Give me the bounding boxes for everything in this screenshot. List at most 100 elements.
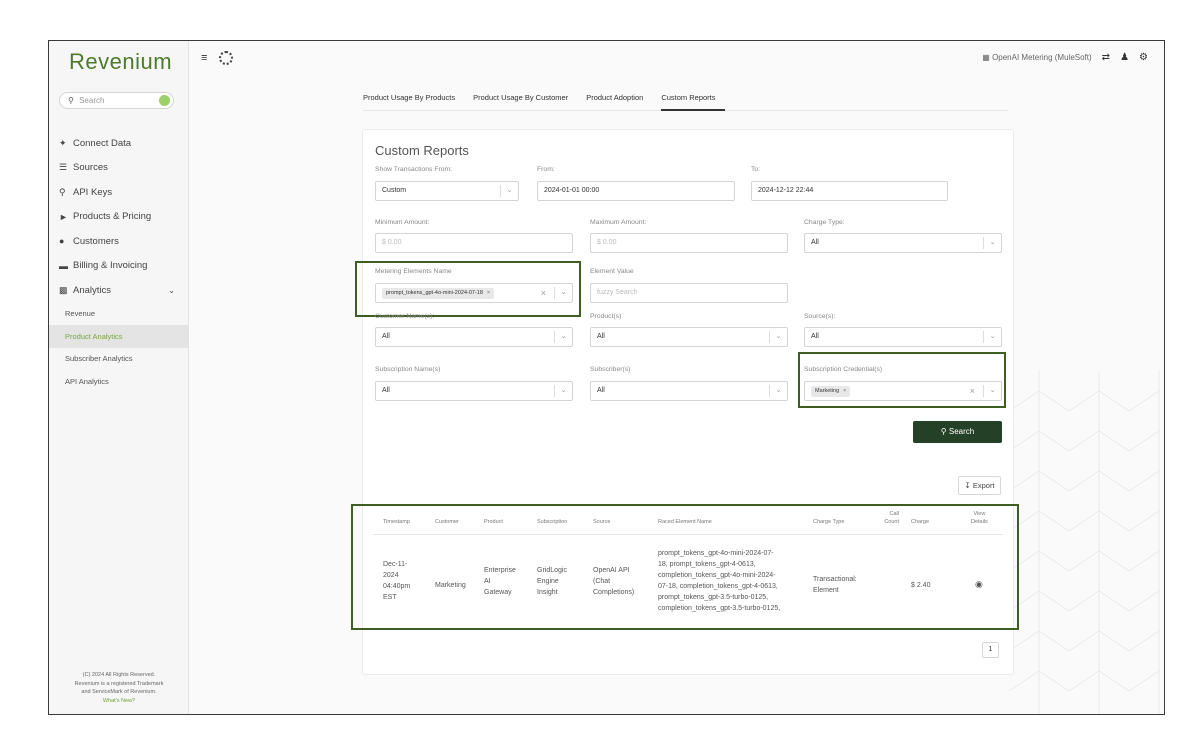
cell-line: Engine xyxy=(537,578,559,585)
col-header-view-details: View Details xyxy=(971,510,988,526)
col-header-count: Count xyxy=(884,519,899,525)
cell-line: completion_tokens_gpt-4o-mini-2024- xyxy=(658,572,776,579)
min-amount-input[interactable]: $ 0.00 xyxy=(375,233,573,253)
sidebar-item-label: Products & Pricing xyxy=(73,211,152,223)
sidebar-item-label: Billing & Invoicing xyxy=(73,260,148,272)
sidebar-search-input[interactable]: ⚲ Search xyxy=(59,92,174,109)
settings-gear-icon[interactable]: ⚙ xyxy=(1139,52,1148,63)
subscriber-value: All xyxy=(597,387,605,394)
cell-line: 2024 xyxy=(383,572,399,579)
topbar-left: ≡ xyxy=(201,51,234,65)
search-icon: ⚲ xyxy=(940,427,947,436)
sidebar-item-label: Analytics xyxy=(73,284,112,296)
chevron-down-icon: ⌄ xyxy=(983,237,1001,249)
charge-type-select[interactable]: All ⌄ xyxy=(804,233,1002,253)
search-button[interactable]: ⚲ Search xyxy=(913,421,1002,443)
app-logo[interactable]: Revenium xyxy=(69,49,172,75)
export-button[interactable]: ↧ Export xyxy=(958,476,1001,495)
chevron-down-icon: ⌄ xyxy=(983,331,1001,343)
cell-timestamp: Dec-11- 2024 04:40pm EST xyxy=(383,559,410,603)
chevron-down-icon: ⌄ xyxy=(554,331,572,343)
search-button-label: Search xyxy=(948,427,975,436)
sidebar-item-billing-invoicing[interactable]: ▬ Billing & Invoicing xyxy=(59,254,187,279)
chevron-down-icon: ⌄ xyxy=(500,185,518,197)
menu-icon[interactable]: ≡ xyxy=(201,52,207,64)
chevron-down-icon: ⌄ xyxy=(554,385,572,397)
subscription-name-select[interactable]: All ⌄ xyxy=(375,381,573,401)
col-header-product: Product xyxy=(484,519,503,525)
sidebar-subitem-subscriber-analytics[interactable]: Subscriber Analytics xyxy=(49,348,189,371)
from-date-input[interactable]: 2024-01-01 00:00 xyxy=(537,181,735,201)
sidebar-item-analytics[interactable]: ▩ Analytics ⌄ xyxy=(59,278,187,303)
pagination-page-1[interactable]: 1 xyxy=(982,642,999,658)
cell-line: 07-18, completion_tokens_gpt-4-0613, xyxy=(658,583,778,590)
source-select[interactable]: All ⌄ xyxy=(804,327,1002,347)
search-icon: ⚲ xyxy=(68,96,74,105)
topbar-right: ▦ OpenAI Metering (MuleSoft) ⇄ ♟ ⚙ xyxy=(982,52,1148,63)
chevron-down-icon: ⌄ xyxy=(168,285,175,295)
sidebar-subitem-product-analytics[interactable]: Product Analytics xyxy=(49,325,189,348)
users-icon: ● xyxy=(59,236,65,247)
cell-charge: $ 2.40 xyxy=(911,582,931,589)
tab-product-usage-by-products[interactable]: Product Usage By Products xyxy=(363,91,464,111)
col-header-details: Details xyxy=(971,519,988,525)
col-header-charge: Charge xyxy=(911,519,930,525)
switch-icon[interactable]: ⇄ xyxy=(1102,52,1110,63)
tab-product-adoption[interactable]: Product Adoption xyxy=(586,91,652,111)
subscriber-label: Subscriber(s) xyxy=(590,366,631,373)
max-amount-input[interactable]: $ 0.00 xyxy=(590,233,788,253)
cell-source: OpenAI API (Chat Completions) xyxy=(593,565,634,598)
trademark-text: Revenium is a registered Trademark xyxy=(74,680,164,687)
org-selector[interactable]: ▦ OpenAI Metering (MuleSoft) xyxy=(982,53,1091,62)
show-from-select[interactable]: Custom ⌄ xyxy=(375,181,519,201)
to-label: To: xyxy=(751,166,761,173)
highlight-credential-box xyxy=(798,352,1006,408)
servicemark-text: and ServiceMark of Revenium. xyxy=(81,689,157,695)
view-details-eye-icon[interactable]: ◉ xyxy=(975,579,983,590)
sidebar-item-customers[interactable]: ● Customers xyxy=(59,229,187,254)
cell-line: AI xyxy=(484,578,491,585)
subscription-name-label: Subscription Name(s) xyxy=(375,366,441,373)
col-header-call-count: Call Count xyxy=(879,510,899,526)
tab-product-usage-by-customer[interactable]: Product Usage By Customer xyxy=(473,91,577,111)
product-label: Product(s) xyxy=(590,313,622,320)
cell-line: prompt_tokens_gpt-4o-mini-2024-07- xyxy=(658,550,774,557)
table-header-divider xyxy=(373,534,1003,535)
col-header-timestamp: Timestamp xyxy=(383,519,410,525)
cell-raced-element: prompt_tokens_gpt-4o-mini-2024-07- 18, p… xyxy=(658,548,780,614)
whats-new-link[interactable]: What's New? xyxy=(49,697,189,706)
brand-gear-icon[interactable] xyxy=(219,51,234,65)
product-select[interactable]: All ⌄ xyxy=(590,327,788,347)
copyright-text: (C) 2024 All Rights Reserved. xyxy=(82,672,156,678)
customer-value: All xyxy=(382,333,390,340)
sidebar-item-label: API Keys xyxy=(73,186,113,198)
to-date-input[interactable]: 2024-12-12 22:44 xyxy=(751,181,948,201)
tab-custom-reports[interactable]: Custom Reports xyxy=(661,91,725,111)
cell-line: GridLogic xyxy=(537,567,567,574)
highlight-metering-box xyxy=(355,261,581,317)
sidebar-item-api-keys[interactable]: ⚲ API Keys xyxy=(59,180,187,205)
customer-name-select[interactable]: All ⌄ xyxy=(375,327,573,347)
sidebar-subitem-revenue[interactable]: Revenue xyxy=(49,303,189,326)
cell-product: Enterprise AI Gateway xyxy=(484,565,516,598)
show-from-value: Custom xyxy=(382,187,407,194)
charge-type-value: All xyxy=(811,239,819,246)
background-pattern xyxy=(1009,371,1160,714)
sidebar-item-sources[interactable]: ☰ Sources xyxy=(59,156,187,181)
cell-line: OpenAI API xyxy=(593,567,630,574)
sidebar-subitem-api-analytics[interactable]: API Analytics xyxy=(49,370,189,393)
cell-subscription: GridLogic Engine Insight xyxy=(537,565,567,598)
building-icon: ▦ xyxy=(982,53,990,62)
key-icon: ⚲ xyxy=(59,186,66,197)
element-value-input[interactable]: fuzzy Search xyxy=(590,283,788,303)
source-value: All xyxy=(811,333,819,340)
sidebar-item-connect-data[interactable]: ✦ Connect Data xyxy=(59,131,187,156)
chevron-down-icon: ⌄ xyxy=(769,331,787,343)
user-icon[interactable]: ♟ xyxy=(1120,52,1129,63)
col-header-customer: Customer xyxy=(435,519,459,525)
export-button-label: Export xyxy=(972,481,995,490)
customer-name-label: Customer Name(s): xyxy=(375,313,435,320)
sidebar-item-products-pricing[interactable]: ► Products & Pricing xyxy=(59,205,187,230)
custom-reports-card: Custom Reports Show Transactions From: C… xyxy=(351,129,1019,675)
subscriber-select[interactable]: All ⌄ xyxy=(590,381,788,401)
